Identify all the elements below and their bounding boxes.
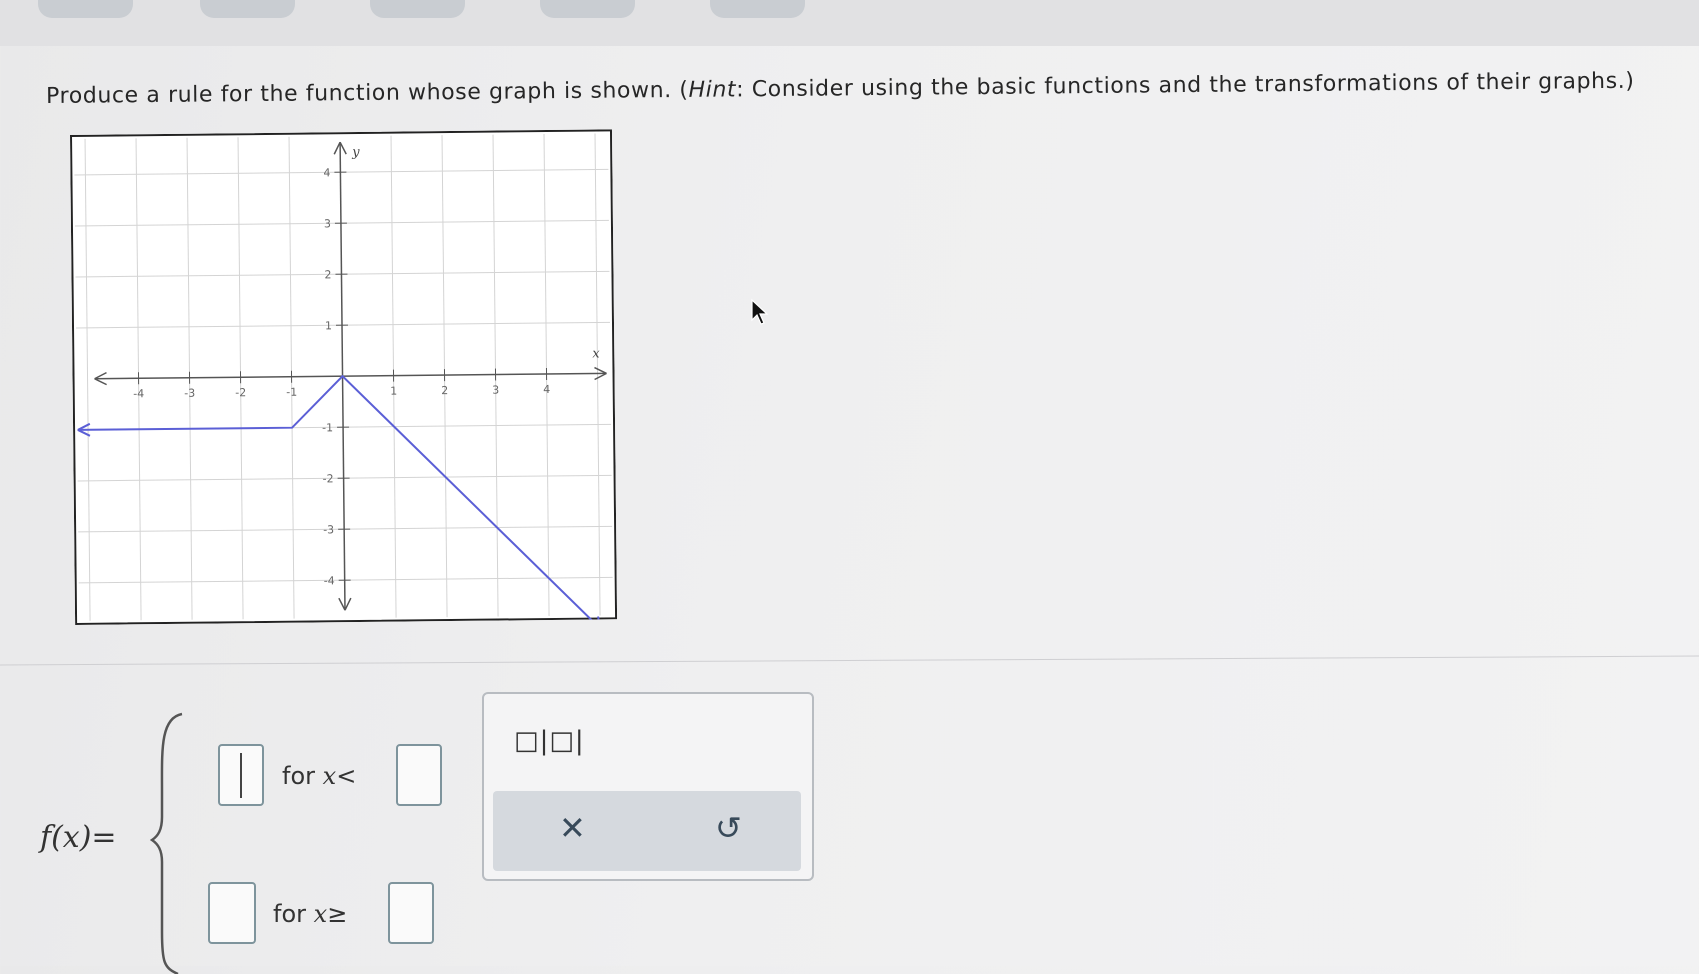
x-tick-label: 4 — [543, 383, 550, 396]
piece2-for-text: for — [273, 900, 306, 928]
y-tick-label: 1 — [325, 319, 332, 332]
piecewise-template-button[interactable]: □|□| — [514, 726, 585, 756]
piece1-bound-input[interactable] — [396, 744, 442, 806]
x-axis-label: x — [592, 346, 600, 361]
y-tick-label: 2 — [324, 268, 331, 281]
piece2-var: x — [314, 900, 328, 928]
piece2-expression-input[interactable] — [208, 882, 256, 944]
section-divider — [0, 656, 1699, 666]
piece2-condition-label: for x≥ — [273, 900, 347, 928]
palette-action-bar: ✕ ↺ — [493, 791, 801, 871]
y-tick-label: -2 — [323, 472, 334, 485]
mouse-cursor-icon — [750, 298, 772, 328]
piecewise-brace — [150, 712, 186, 974]
function-lhs: f(x)= — [40, 820, 117, 855]
question-suffix: : Consider using the basic functions and… — [736, 69, 1635, 103]
question-text: Produce a rule for the function whose gr… — [46, 68, 1666, 109]
x-tick-label: 2 — [441, 384, 448, 397]
y-tick-label: 3 — [324, 217, 331, 230]
piece1-for-text: for — [282, 762, 315, 790]
graph-svg: x y -4 -3 -2 -1 1 2 3 4 4 3 2 1 -1 -2 -3 -4 — [70, 129, 617, 625]
y-tick-label: -3 — [323, 523, 334, 536]
toolbar-button[interactable] — [38, 0, 133, 18]
toolbar-button[interactable] — [540, 0, 635, 18]
y-tick-label: -1 — [322, 421, 333, 434]
piece1-expression-input[interactable] — [218, 744, 264, 806]
x-tick-label: 1 — [390, 385, 397, 398]
y-tick-label: -4 — [324, 574, 335, 587]
piece2-bound-input[interactable] — [388, 882, 434, 944]
piece1-condition-label: for x< — [282, 762, 356, 790]
x-tick-label: 3 — [492, 384, 499, 397]
x-tick-label: -4 — [133, 387, 144, 400]
hint-label: Hint — [688, 77, 736, 102]
piece1-operator: < — [336, 762, 356, 790]
y-tick-label: 4 — [323, 166, 330, 179]
clear-icon[interactable]: ✕ — [559, 809, 586, 847]
x-tick-label: -1 — [286, 386, 297, 399]
piece1-var: x — [323, 762, 337, 790]
y-axis-label: y — [351, 145, 360, 160]
math-palette: □|□| ✕ ↺ — [482, 692, 814, 881]
undo-icon[interactable]: ↺ — [715, 809, 742, 847]
top-toolbar — [0, 0, 1699, 46]
toolbar-button[interactable] — [710, 0, 805, 18]
function-graph: x y -4 -3 -2 -1 1 2 3 4 4 3 2 1 -1 -2 -3 -4 — [70, 129, 617, 625]
question-prefix: Produce a rule for the function whose gr… — [46, 78, 689, 109]
x-tick-label: -3 — [184, 387, 195, 400]
toolbar-button[interactable] — [370, 0, 465, 18]
x-tick-label: -2 — [235, 386, 246, 399]
toolbar-button[interactable] — [200, 0, 295, 18]
piece2-operator: ≥ — [327, 900, 347, 928]
